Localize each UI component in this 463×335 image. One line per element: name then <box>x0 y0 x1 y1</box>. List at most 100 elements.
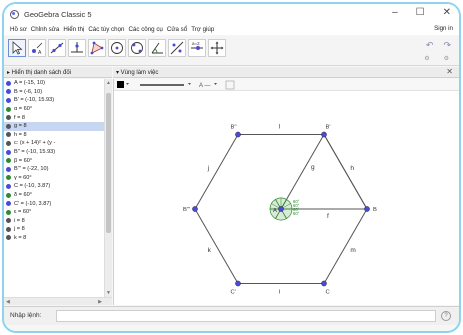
algebra-row[interactable]: j = 8 <box>4 225 104 234</box>
visibility-toggle-icon[interactable] <box>6 106 11 112</box>
algebra-row[interactable]: β = 60° <box>4 156 104 165</box>
perpendicular-tool-button[interactable] <box>68 39 86 57</box>
undo-button[interactable]: ↶ <box>426 40 434 51</box>
menu-edit[interactable]: Chỉnh sửa <box>31 26 60 33</box>
color-swatch[interactable] <box>117 81 124 88</box>
menu-file[interactable]: Hồ sơ <box>10 26 27 33</box>
slider-tool-button[interactable]: a=2 <box>188 39 206 57</box>
graphics-view[interactable]: A — h l j k i m g f 60° 60° 60° 60° B'' B' B C' C B''' A <box>113 79 459 305</box>
menu-bar: Hồ sơ Chỉnh sửa Hiển thị Các tùy chọn Cá… <box>4 24 459 35</box>
settings-icon-2[interactable]: ⚙ <box>444 55 449 62</box>
reflect-tool-button[interactable] <box>168 39 186 57</box>
algebra-row[interactable]: f = 8 <box>4 113 104 122</box>
algebra-row[interactable]: c: (x + 14)² + (y - <box>4 139 104 148</box>
hexagon-segment[interactable] <box>194 208 239 284</box>
label-toggle-icon[interactable] <box>225 80 235 90</box>
label-style-control[interactable]: A — <box>199 83 210 89</box>
algebra-row[interactable]: A = (-15, 10) <box>4 79 104 88</box>
angle-label: 60° <box>293 211 300 216</box>
visibility-toggle-icon[interactable] <box>6 149 11 155</box>
sign-in-link[interactable]: Sign in <box>434 25 453 32</box>
visibility-toggle-icon[interactable] <box>6 115 11 121</box>
menu-help[interactable]: Trợ giúp <box>191 26 214 33</box>
input-help-icon[interactable]: ? <box>441 311 451 321</box>
point-a[interactable] <box>278 206 284 212</box>
algebra-row[interactable]: B''' = (-22, 10) <box>4 165 104 174</box>
scroll-right-icon[interactable]: ▶ <box>98 299 102 305</box>
algebra-row[interactable]: i = 8 <box>4 217 104 226</box>
algebra-row[interactable]: B = (-6, 10) <box>4 88 104 97</box>
visibility-toggle-icon[interactable] <box>6 80 11 86</box>
point-tool-button[interactable]: A <box>28 39 46 57</box>
move-view-tool-button[interactable] <box>208 39 226 57</box>
visibility-toggle-icon[interactable] <box>6 183 11 189</box>
visibility-toggle-icon[interactable] <box>6 226 11 232</box>
menu-view[interactable]: Hiển thị <box>63 26 84 33</box>
hexagon-segment[interactable] <box>194 134 239 210</box>
algebra-row-text: f = 8 <box>14 114 26 121</box>
algebra-row[interactable]: h = 8 <box>4 131 104 140</box>
algebra-row[interactable]: α = 60° <box>4 105 104 114</box>
visibility-toggle-icon[interactable] <box>6 132 11 138</box>
algebra-row[interactable]: B' = (-10, 15.93) <box>4 96 104 105</box>
redo-button[interactable]: ↷ <box>443 40 451 51</box>
algebra-row-text: B = (-6, 10) <box>14 88 43 95</box>
visibility-toggle-icon[interactable] <box>6 175 11 181</box>
point-bpp[interactable] <box>235 131 241 138</box>
algebra-view-title: ▸ Hiển thị danh sách đối <box>7 69 72 76</box>
graphics-view-header[interactable]: ▾ Vùng làm việc ✕ <box>113 67 459 78</box>
algebra-row[interactable]: γ = 60° <box>4 174 104 183</box>
visibility-toggle-icon[interactable] <box>6 97 11 103</box>
point-cp[interactable] <box>235 280 241 287</box>
visibility-toggle-icon[interactable] <box>6 89 11 95</box>
menu-tools[interactable]: Các công cụ <box>128 26 162 33</box>
visibility-toggle-icon[interactable] <box>6 158 11 164</box>
visibility-toggle-icon[interactable] <box>6 192 11 198</box>
point-b[interactable] <box>364 206 370 212</box>
visibility-toggle-icon[interactable] <box>6 218 11 224</box>
algebra-row[interactable]: δ = 60° <box>4 191 104 200</box>
algebra-vertical-scrollbar[interactable]: ▲ ▼ <box>104 79 112 297</box>
move-tool-button[interactable] <box>8 39 26 57</box>
geometry-canvas[interactable]: hljkimgf60°60°60°60°B'' B'BC' CB''' A <box>114 91 461 305</box>
settings-icon[interactable]: ⚙ <box>424 55 429 62</box>
algebra-row[interactable]: C' = (-10, 3.87) <box>4 199 104 208</box>
close-view-icon[interactable]: ✕ <box>446 67 453 76</box>
visibility-toggle-icon[interactable] <box>6 166 11 172</box>
diagonal-segment[interactable] <box>323 134 368 210</box>
angle-tool-button[interactable] <box>148 39 166 57</box>
menu-window[interactable]: Cửa sổ <box>167 26 187 33</box>
algebra-row[interactable]: C = (-10, 3.87) <box>4 182 104 191</box>
visibility-toggle-icon[interactable] <box>6 201 11 207</box>
algebra-row[interactable]: g = 8 <box>4 121 104 131</box>
scroll-up-icon[interactable]: ▲ <box>106 80 111 86</box>
algebra-view-header[interactable]: ▸ Hiển thị danh sách đối <box>4 67 112 78</box>
command-input[interactable] <box>56 310 436 322</box>
point-bppp[interactable] <box>192 206 198 212</box>
polygon-tool-button[interactable] <box>88 39 106 57</box>
visibility-toggle-icon[interactable] <box>6 123 11 129</box>
visibility-toggle-icon[interactable] <box>6 235 11 241</box>
algebra-row[interactable]: k = 8 <box>4 234 104 243</box>
algebra-horizontal-scrollbar[interactable]: ◀ ▶ <box>4 297 112 305</box>
scroll-down-icon[interactable]: ▼ <box>106 290 111 296</box>
geogebra-logo-icon <box>10 9 19 19</box>
radius-segment-g[interactable] <box>280 134 325 210</box>
close-button[interactable]: ✕ <box>443 7 451 18</box>
point-bp[interactable] <box>321 131 327 138</box>
hexagon-segment[interactable] <box>323 208 368 284</box>
maximize-button[interactable]: ☐ <box>416 7 425 18</box>
point-c[interactable] <box>321 280 327 287</box>
circle-tool-button[interactable] <box>108 39 126 57</box>
scroll-thumb[interactable] <box>106 93 111 233</box>
visibility-toggle-icon[interactable] <box>6 209 11 215</box>
minimize-button[interactable]: – <box>392 7 398 18</box>
scroll-left-icon[interactable]: ◀ <box>6 299 10 305</box>
algebra-row[interactable]: ε = 60° <box>4 208 104 217</box>
line-tool-button[interactable] <box>48 39 66 57</box>
menu-options[interactable]: Các tùy chọn <box>88 26 124 33</box>
algebra-row[interactable]: B'' = (-10, 15.93) <box>4 148 104 157</box>
title-bar: GeoGebra Classic 5 – ☐ ✕ <box>4 4 459 24</box>
conic-tool-button[interactable] <box>128 39 146 57</box>
visibility-toggle-icon[interactable] <box>6 140 11 146</box>
